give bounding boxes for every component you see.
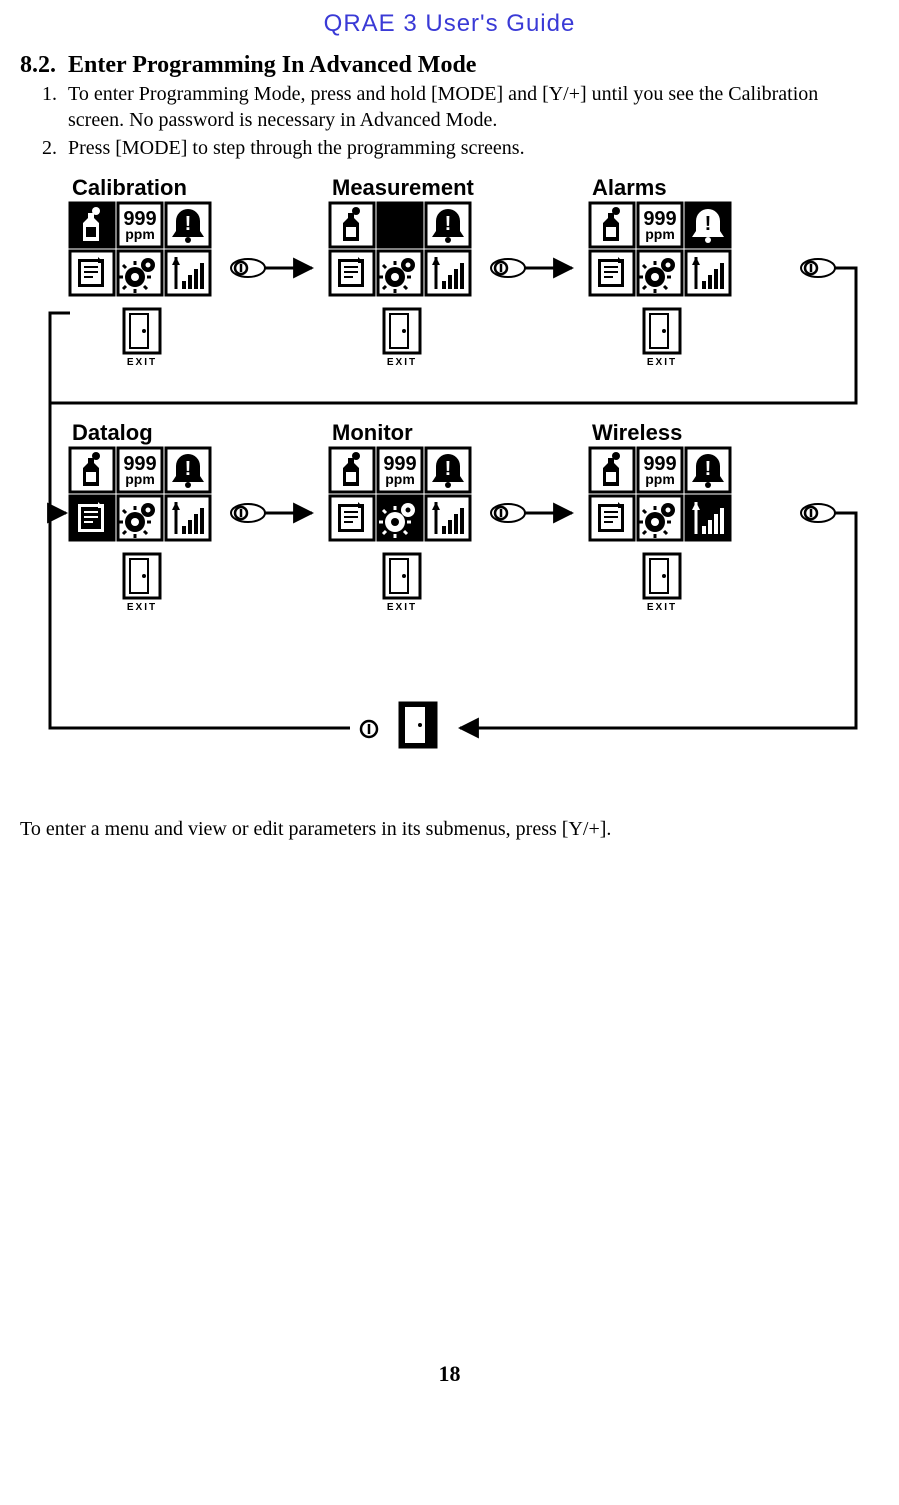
screen-block: Wireless 999ppm! EXIT [590, 420, 730, 613]
datalog-icon [590, 251, 634, 295]
gear-icon [638, 496, 682, 540]
svg-text:ppm: ppm [125, 226, 155, 242]
svg-text:!: ! [184, 213, 191, 235]
svg-text:!: ! [444, 458, 451, 480]
exit-icon: EXIT [124, 554, 160, 613]
gear-icon [638, 251, 682, 295]
svg-text:EXIT: EXIT [646, 602, 676, 613]
bottle-icon [70, 448, 114, 492]
wireless-icon [166, 496, 210, 540]
svg-text:EXIT: EXIT [386, 602, 416, 613]
datalog-icon [330, 496, 374, 540]
exit-icon: EXIT [384, 309, 420, 368]
screen-block: Alarms 999ppm! EXIT [590, 175, 730, 368]
screen-block: Monitor 999ppm! EXIT [330, 420, 470, 613]
programming-flow-diagram: ! [30, 173, 870, 798]
closing-text: To enter a menu and view or edit paramet… [20, 818, 879, 841]
screen-block: Calibration 999ppm! EXIT [70, 175, 210, 368]
svg-text:ppm: ppm [645, 471, 675, 487]
gear-icon [118, 496, 162, 540]
bottle-icon [590, 203, 634, 247]
exit-icon: EXIT [384, 554, 420, 613]
datalog-icon [590, 496, 634, 540]
svg-text:Wireless: Wireless [592, 420, 682, 445]
screen-block: Datalog 999ppm! EXIT [70, 420, 210, 613]
gear-icon [118, 251, 162, 295]
step-list: To enter Programming Mode, press and hol… [20, 81, 879, 161]
exit-icon: EXIT [124, 309, 160, 368]
gear-icon [378, 496, 422, 540]
bell-icon: ! [686, 203, 730, 247]
section-heading: 8.2. Enter Programming In Advanced Mode [20, 52, 879, 79]
step-item: To enter Programming Mode, press and hol… [62, 81, 879, 133]
section-number: 8.2. [20, 52, 56, 78]
svg-text:!: ! [184, 458, 191, 480]
svg-text:EXIT: EXIT [386, 357, 416, 368]
bell-icon: ! [686, 448, 730, 492]
svg-text:EXIT: EXIT [126, 357, 156, 368]
svg-text:ppm: ppm [385, 226, 415, 242]
wireless-icon [686, 496, 730, 540]
num-icon: 999ppm [118, 448, 162, 492]
svg-text:Datalog: Datalog [72, 420, 153, 445]
bell-icon: ! [426, 203, 470, 247]
wireless-icon [686, 251, 730, 295]
wireless-icon [426, 251, 470, 295]
wireless-icon [166, 251, 210, 295]
num-icon: 999ppm [378, 203, 422, 247]
bell-icon: ! [426, 448, 470, 492]
exit-icon: EXIT [644, 554, 680, 613]
svg-text:!: ! [704, 213, 711, 235]
num-icon: 999ppm [638, 448, 682, 492]
num-icon: 999ppm [378, 448, 422, 492]
svg-text:EXIT: EXIT [126, 602, 156, 613]
datalog-icon [70, 251, 114, 295]
svg-text:ppm: ppm [125, 471, 155, 487]
datalog-icon [70, 496, 114, 540]
svg-text:ppm: ppm [385, 471, 415, 487]
exit-icon: EXIT [644, 309, 680, 368]
num-icon: 999ppm [638, 203, 682, 247]
bottle-icon [330, 203, 374, 247]
document-title: QRAE 3 User's Guide [20, 10, 879, 38]
wireless-icon [426, 496, 470, 540]
svg-text:ppm: ppm [645, 226, 675, 242]
step-item: Press [MODE] to step through the program… [62, 135, 879, 161]
svg-text:Calibration: Calibration [72, 175, 187, 200]
page-number: 18 [20, 1361, 879, 1387]
bottle-icon [330, 448, 374, 492]
svg-text:EXIT: EXIT [646, 357, 676, 368]
datalog-icon [330, 251, 374, 295]
exit-label: EXIT [402, 751, 432, 762]
bell-icon: ! [166, 448, 210, 492]
num-icon: 999ppm [118, 203, 162, 247]
svg-text:!: ! [444, 213, 451, 235]
svg-text:Monitor: Monitor [332, 420, 413, 445]
svg-text:Measurement: Measurement [332, 175, 475, 200]
section-title: Enter Programming In Advanced Mode [68, 52, 476, 78]
bell-icon: ! [166, 203, 210, 247]
bottle-icon [70, 203, 114, 247]
bottle-icon [590, 448, 634, 492]
svg-text:!: ! [704, 458, 711, 480]
gear-icon [378, 251, 422, 295]
diagram-svg: ! [30, 173, 870, 793]
svg-text:Alarms: Alarms [592, 175, 667, 200]
screen-block: Measurement 999ppm! EXIT [330, 175, 475, 368]
